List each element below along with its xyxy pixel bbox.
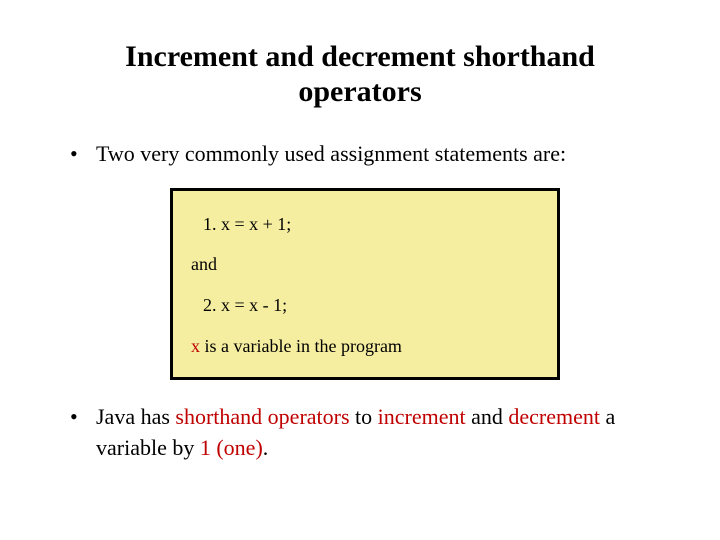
bullet-item-1: Two very commonly used assignment statem… [70, 139, 660, 170]
footnote-var: x [191, 336, 200, 356]
code-line-2: 2. x = x - 1; [203, 290, 541, 321]
b2-f: decrement [508, 404, 600, 429]
code-and: and [191, 249, 541, 280]
slide-title: Increment and decrement shorthand operat… [100, 40, 620, 109]
bullet-item-2: Java has shorthand operators to incremen… [70, 402, 660, 464]
b2-d: increment [378, 404, 466, 429]
b2-i: . [263, 435, 269, 460]
b2-b: shorthand operators [175, 404, 349, 429]
title-line-2: operators [298, 75, 421, 108]
code-box: 1. x = x + 1; and 2. x = x - 1; x is a v… [170, 188, 560, 380]
code-footnote: x is a variable in the program [191, 331, 541, 362]
bullet-list: Two very commonly used assignment statem… [70, 139, 660, 170]
b2-h: 1 (one) [200, 435, 263, 460]
footnote-rest: is a variable in the program [200, 336, 402, 356]
bullet-list-2: Java has shorthand operators to incremen… [70, 402, 660, 464]
bullet-1-text: Two very commonly used assignment statem… [96, 141, 566, 166]
slide: Increment and decrement shorthand operat… [0, 0, 720, 540]
b2-e: and [466, 404, 509, 429]
b2-a: Java has [96, 404, 175, 429]
title-line-1: Increment and decrement shorthand [125, 40, 595, 73]
code-line-1: 1. x = x + 1; [203, 209, 541, 240]
b2-c: to [350, 404, 378, 429]
